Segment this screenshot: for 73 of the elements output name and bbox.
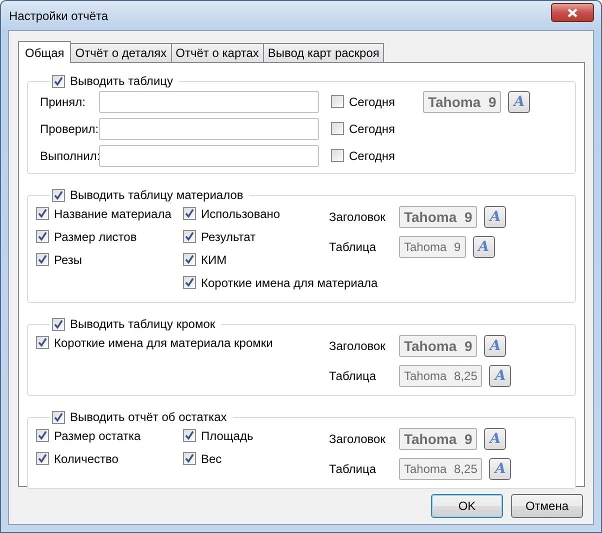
font-label: Заголовок [329, 432, 386, 446]
checkbox[interactable] [183, 230, 196, 243]
font-field: Tahoma 9 [399, 428, 478, 450]
font-button[interactable]: A [484, 335, 506, 357]
checkbox[interactable] [183, 253, 196, 266]
close-icon [567, 8, 578, 18]
checkbox-label: Короткие имена для материала [201, 276, 378, 290]
font-button[interactable]: A [472, 236, 495, 258]
font-button[interactable]: A [489, 458, 512, 480]
checkbox[interactable] [52, 410, 65, 424]
checkbox-label: Результат [201, 230, 256, 244]
font-label: Таблица [329, 240, 378, 254]
checkbox[interactable] [52, 318, 65, 330]
checkbox[interactable] [36, 336, 49, 349]
font-label: Таблица [329, 462, 378, 476]
checkbox-label: Выводить таблицу кромок [70, 317, 216, 331]
checkbox[interactable] [36, 253, 49, 266]
checkbox[interactable] [331, 122, 344, 135]
font-field: Tahoma 9 [399, 206, 478, 228]
tab[interactable]: Вывод карт раскроя [262, 43, 384, 62]
font-field: Tahoma 8,25 [399, 365, 482, 387]
checkbox[interactable] [183, 276, 196, 289]
checkbox-label: Выводить отчёт об остатках [70, 410, 227, 424]
checkbox-label: Использовано [201, 206, 280, 220]
checkbox-label: Выводить таблицу [70, 74, 174, 88]
checkbox-label: Резы [54, 252, 82, 266]
checkbox[interactable] [331, 149, 344, 162]
checkbox-label: Количество [54, 452, 118, 466]
cancel-button[interactable]: Отмена [511, 494, 583, 518]
checkbox[interactable] [183, 207, 196, 220]
font-field: Tahoma 9 [399, 236, 466, 258]
checkbox[interactable] [331, 95, 344, 108]
checkbox[interactable] [36, 452, 49, 465]
checkbox-label: Выводить таблицу материалов [70, 188, 244, 202]
font-field: Tahoma 9 [399, 335, 478, 357]
checkbox-label: Размер листов [54, 230, 137, 244]
font-field: Tahoma 9 [423, 90, 502, 112]
checkbox-label: Площадь [201, 428, 254, 442]
font-button[interactable]: A [508, 90, 530, 112]
field-label: Выполнил: [40, 148, 99, 162]
checkbox[interactable] [52, 74, 65, 88]
font-label: Заголовок [329, 210, 386, 224]
ok-button[interactable]: OK [431, 494, 503, 518]
window-title: Настройки отчёта [8, 8, 108, 22]
checkbox[interactable] [36, 429, 49, 442]
field-label: Принял: [40, 94, 86, 108]
font-button[interactable]: A [484, 428, 506, 450]
checkbox[interactable] [183, 452, 196, 465]
checkbox-label: КИМ [201, 252, 227, 266]
text-field[interactable] [99, 144, 319, 166]
close-button[interactable] [551, 3, 594, 22]
checkbox-label: Сегодня [349, 148, 395, 162]
text-field[interactable] [99, 90, 319, 112]
checkbox-label: Название материала [54, 206, 172, 220]
tab[interactable]: Общая [18, 41, 72, 63]
checkbox-label: Сегодня [349, 122, 395, 136]
checkbox[interactable] [52, 188, 65, 202]
font-label: Таблица [329, 369, 378, 383]
font-button[interactable]: A [484, 206, 506, 228]
field-label: Проверил: [40, 122, 99, 136]
checkbox-label: Вес [201, 452, 222, 466]
checkbox[interactable] [36, 207, 49, 220]
checkbox[interactable] [36, 230, 49, 243]
font-label: Заголовок [329, 339, 386, 353]
checkbox-label: Короткие имена для материала кромки [54, 336, 273, 350]
tab[interactable]: Отчёт о деталях [70, 43, 172, 62]
font-field: Tahoma 8,25 [399, 458, 482, 480]
font-button[interactable]: A [489, 365, 512, 387]
text-field[interactable] [99, 118, 319, 140]
checkbox-label: Размер остатка [54, 428, 141, 442]
tab[interactable]: Отчёт о картах [170, 43, 264, 62]
checkbox-label: Сегодня [349, 94, 395, 108]
checkbox[interactable] [183, 429, 196, 442]
